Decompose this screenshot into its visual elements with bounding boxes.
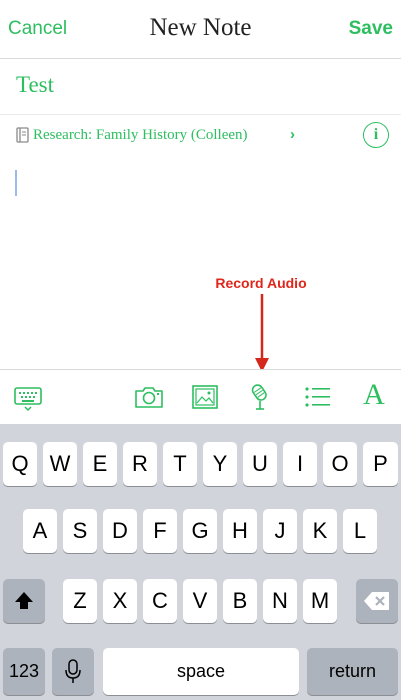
key-m[interactable]: M xyxy=(303,579,337,623)
key-y[interactable]: Y xyxy=(203,442,237,486)
notebook-label[interactable]: Research: Family History (Colleen) xyxy=(33,127,248,144)
key-b[interactable]: B xyxy=(223,579,257,623)
key-o[interactable]: O xyxy=(323,442,357,486)
navigation-bar: Cancel New Note Save xyxy=(0,0,401,59)
key-e[interactable]: E xyxy=(83,442,117,486)
notebook-icon xyxy=(16,127,29,143)
key-l[interactable]: L xyxy=(343,509,377,553)
image-icon[interactable] xyxy=(189,381,221,413)
space-key[interactable]: space xyxy=(103,648,299,695)
key-r[interactable]: R xyxy=(123,442,157,486)
keyboard-dismiss-icon[interactable] xyxy=(12,381,44,413)
save-button[interactable]: Save xyxy=(349,18,393,40)
key-j[interactable]: J xyxy=(263,509,297,553)
text-cursor xyxy=(15,170,17,196)
key-n[interactable]: N xyxy=(263,579,297,623)
key-u[interactable]: U xyxy=(243,442,277,486)
text-format-icon[interactable]: A xyxy=(358,378,390,411)
checklist-icon[interactable] xyxy=(301,381,333,413)
microphone-icon[interactable] xyxy=(245,381,277,413)
keyboard: Q W E R T Y U I O P A S D F G H J K L Z … xyxy=(0,424,401,700)
dictation-key[interactable] xyxy=(52,648,94,695)
return-key[interactable]: return xyxy=(307,648,398,695)
key-z[interactable]: Z xyxy=(63,579,97,623)
key-v[interactable]: V xyxy=(183,579,217,623)
microphone-icon xyxy=(65,659,81,683)
record-audio-annotation: Record Audio xyxy=(215,275,307,291)
key-g[interactable]: G xyxy=(183,509,217,553)
key-p[interactable]: P xyxy=(363,442,398,486)
key-c[interactable]: C xyxy=(143,579,177,623)
key-q[interactable]: Q xyxy=(3,442,37,486)
key-t[interactable]: T xyxy=(163,442,197,486)
annotation-arrow-icon xyxy=(255,294,269,372)
shift-key[interactable] xyxy=(3,579,45,623)
backspace-icon xyxy=(364,592,389,610)
shift-icon xyxy=(15,592,33,609)
note-body-editor[interactable] xyxy=(0,158,401,368)
chevron-right-icon: › xyxy=(290,126,295,143)
key-a[interactable]: A xyxy=(23,509,57,553)
key-f[interactable]: F xyxy=(143,509,177,553)
info-button[interactable]: i xyxy=(363,122,389,148)
backspace-key[interactable] xyxy=(356,579,398,623)
key-i[interactable]: I xyxy=(283,442,317,486)
key-d[interactable]: D xyxy=(103,509,137,553)
camera-icon[interactable] xyxy=(133,381,165,413)
page-title: New Note xyxy=(149,14,252,41)
key-x[interactable]: X xyxy=(103,579,137,623)
notebook-selector[interactable]: Research: Family History (Colleen) › xyxy=(0,115,401,157)
key-w[interactable]: W xyxy=(43,442,77,486)
numbers-key[interactable]: 123 xyxy=(3,648,45,695)
key-k[interactable]: K xyxy=(303,509,337,553)
key-s[interactable]: S xyxy=(63,509,97,553)
note-title-row: Test xyxy=(0,58,401,115)
formatting-toolbar: A xyxy=(0,369,401,425)
note-title-field[interactable]: Test xyxy=(16,72,54,98)
key-h[interactable]: H xyxy=(223,509,257,553)
